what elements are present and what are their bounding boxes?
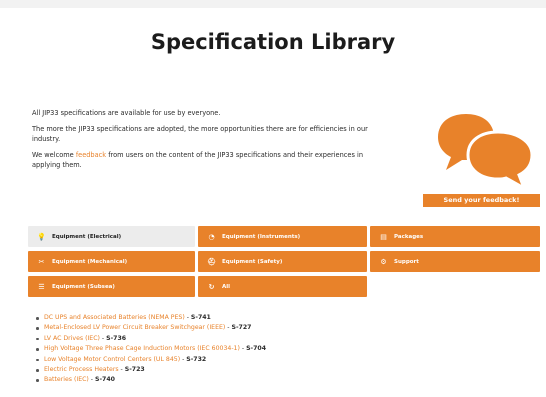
spec-link[interactable]: LV AC Drives (IEC)	[44, 335, 100, 342]
category-all[interactable]: ↻ All	[198, 276, 367, 297]
list-item: Low Voltage Motor Control Centers (UL 84…	[34, 355, 266, 365]
page-title: Specification Library	[150, 30, 396, 54]
spec-code: S-704	[246, 345, 267, 353]
chat-bubbles-icon	[438, 114, 534, 190]
lightbulb-icon: 💡	[37, 232, 46, 241]
support-icon: ⚙	[380, 257, 387, 266]
top-bar	[0, 0, 546, 8]
list-item: Electric Process Heaters - S-723	[34, 365, 266, 375]
category-label: Packages	[394, 233, 424, 240]
category-equipment-instruments[interactable]: ◔ Equipment (Instruments)	[198, 226, 367, 247]
refresh-icon: ↻	[208, 282, 215, 291]
category-label: Equipment (Electrical)	[52, 233, 122, 240]
category-equipment-electrical[interactable]: 💡 Equipment (Electrical)	[28, 226, 195, 247]
spec-link[interactable]: Batteries (IEC)	[44, 376, 89, 383]
intro-p3-start: We welcome	[32, 151, 76, 159]
category-label: Equipment (Mechanical)	[52, 258, 128, 265]
spec-code: S-727	[231, 324, 252, 332]
package-icon: ▤	[380, 232, 387, 241]
list-item: Metal-Enclosed LV Power Circuit Breaker …	[34, 323, 266, 333]
spec-code: S-736	[106, 334, 127, 342]
intro-text: All JIP33 specifications are available f…	[32, 108, 392, 176]
spec-link[interactable]: Electric Process Heaters	[44, 366, 119, 373]
spec-link[interactable]: High Voltage Three Phase Cage Induction …	[44, 345, 240, 352]
helmet-icon: ⛑	[207, 257, 216, 266]
subsea-icon: ☰	[38, 282, 45, 291]
list-item: DC UPS and Associated Batteries (NEMA PE…	[34, 313, 266, 323]
category-label: All	[222, 283, 231, 290]
spec-code: S-740	[95, 376, 115, 384]
category-packages[interactable]: ▤ Packages	[370, 226, 540, 247]
spec-code: S-741	[190, 314, 211, 321]
category-label: Equipment (Subsea)	[52, 283, 115, 290]
list-item: High Voltage Three Phase Cage Induction …	[34, 344, 266, 354]
category-equipment-safety[interactable]: ⛑ Equipment (Safety)	[198, 251, 367, 272]
intro-paragraph-1: All JIP33 specifications are available f…	[32, 109, 221, 117]
category-support[interactable]: ⚙ Support	[370, 251, 540, 272]
list-item: LV AC Drives (IEC) - S-736	[34, 334, 266, 344]
spec-list: DC UPS and Associated Batteries (NEMA PE…	[34, 313, 266, 386]
intro-paragraph-2: The more the JIP33 specifications are ad…	[32, 125, 368, 143]
category-equipment-subsea[interactable]: ☰ Equipment (Subsea)	[28, 276, 195, 297]
list-item: Batteries (IEC) - S-740	[34, 375, 266, 385]
category-label: Equipment (Instruments)	[222, 233, 301, 240]
intro-paragraph-3: We welcome feedback from users on the co…	[32, 150, 392, 170]
spec-link[interactable]: Metal-Enclosed LV Power Circuit Breaker …	[44, 324, 225, 331]
category-equipment-mechanical[interactable]: ✂ Equipment (Mechanical)	[28, 251, 195, 272]
spec-code: S-732	[186, 355, 207, 363]
send-feedback-button[interactable]: Send your feedback!	[423, 194, 540, 207]
feedback-link[interactable]: feedback	[76, 151, 106, 159]
category-label: Equipment (Safety)	[222, 258, 283, 265]
spec-link[interactable]: Low Voltage Motor Control Centers (UL 84…	[44, 356, 180, 363]
spec-link[interactable]: DC UPS and Associated Batteries (NEMA PE…	[44, 314, 185, 321]
wrench-icon: ✂	[38, 257, 45, 266]
gauge-icon: ◔	[208, 232, 215, 241]
spec-code: S-723	[124, 366, 145, 374]
category-label: Support	[394, 258, 419, 265]
